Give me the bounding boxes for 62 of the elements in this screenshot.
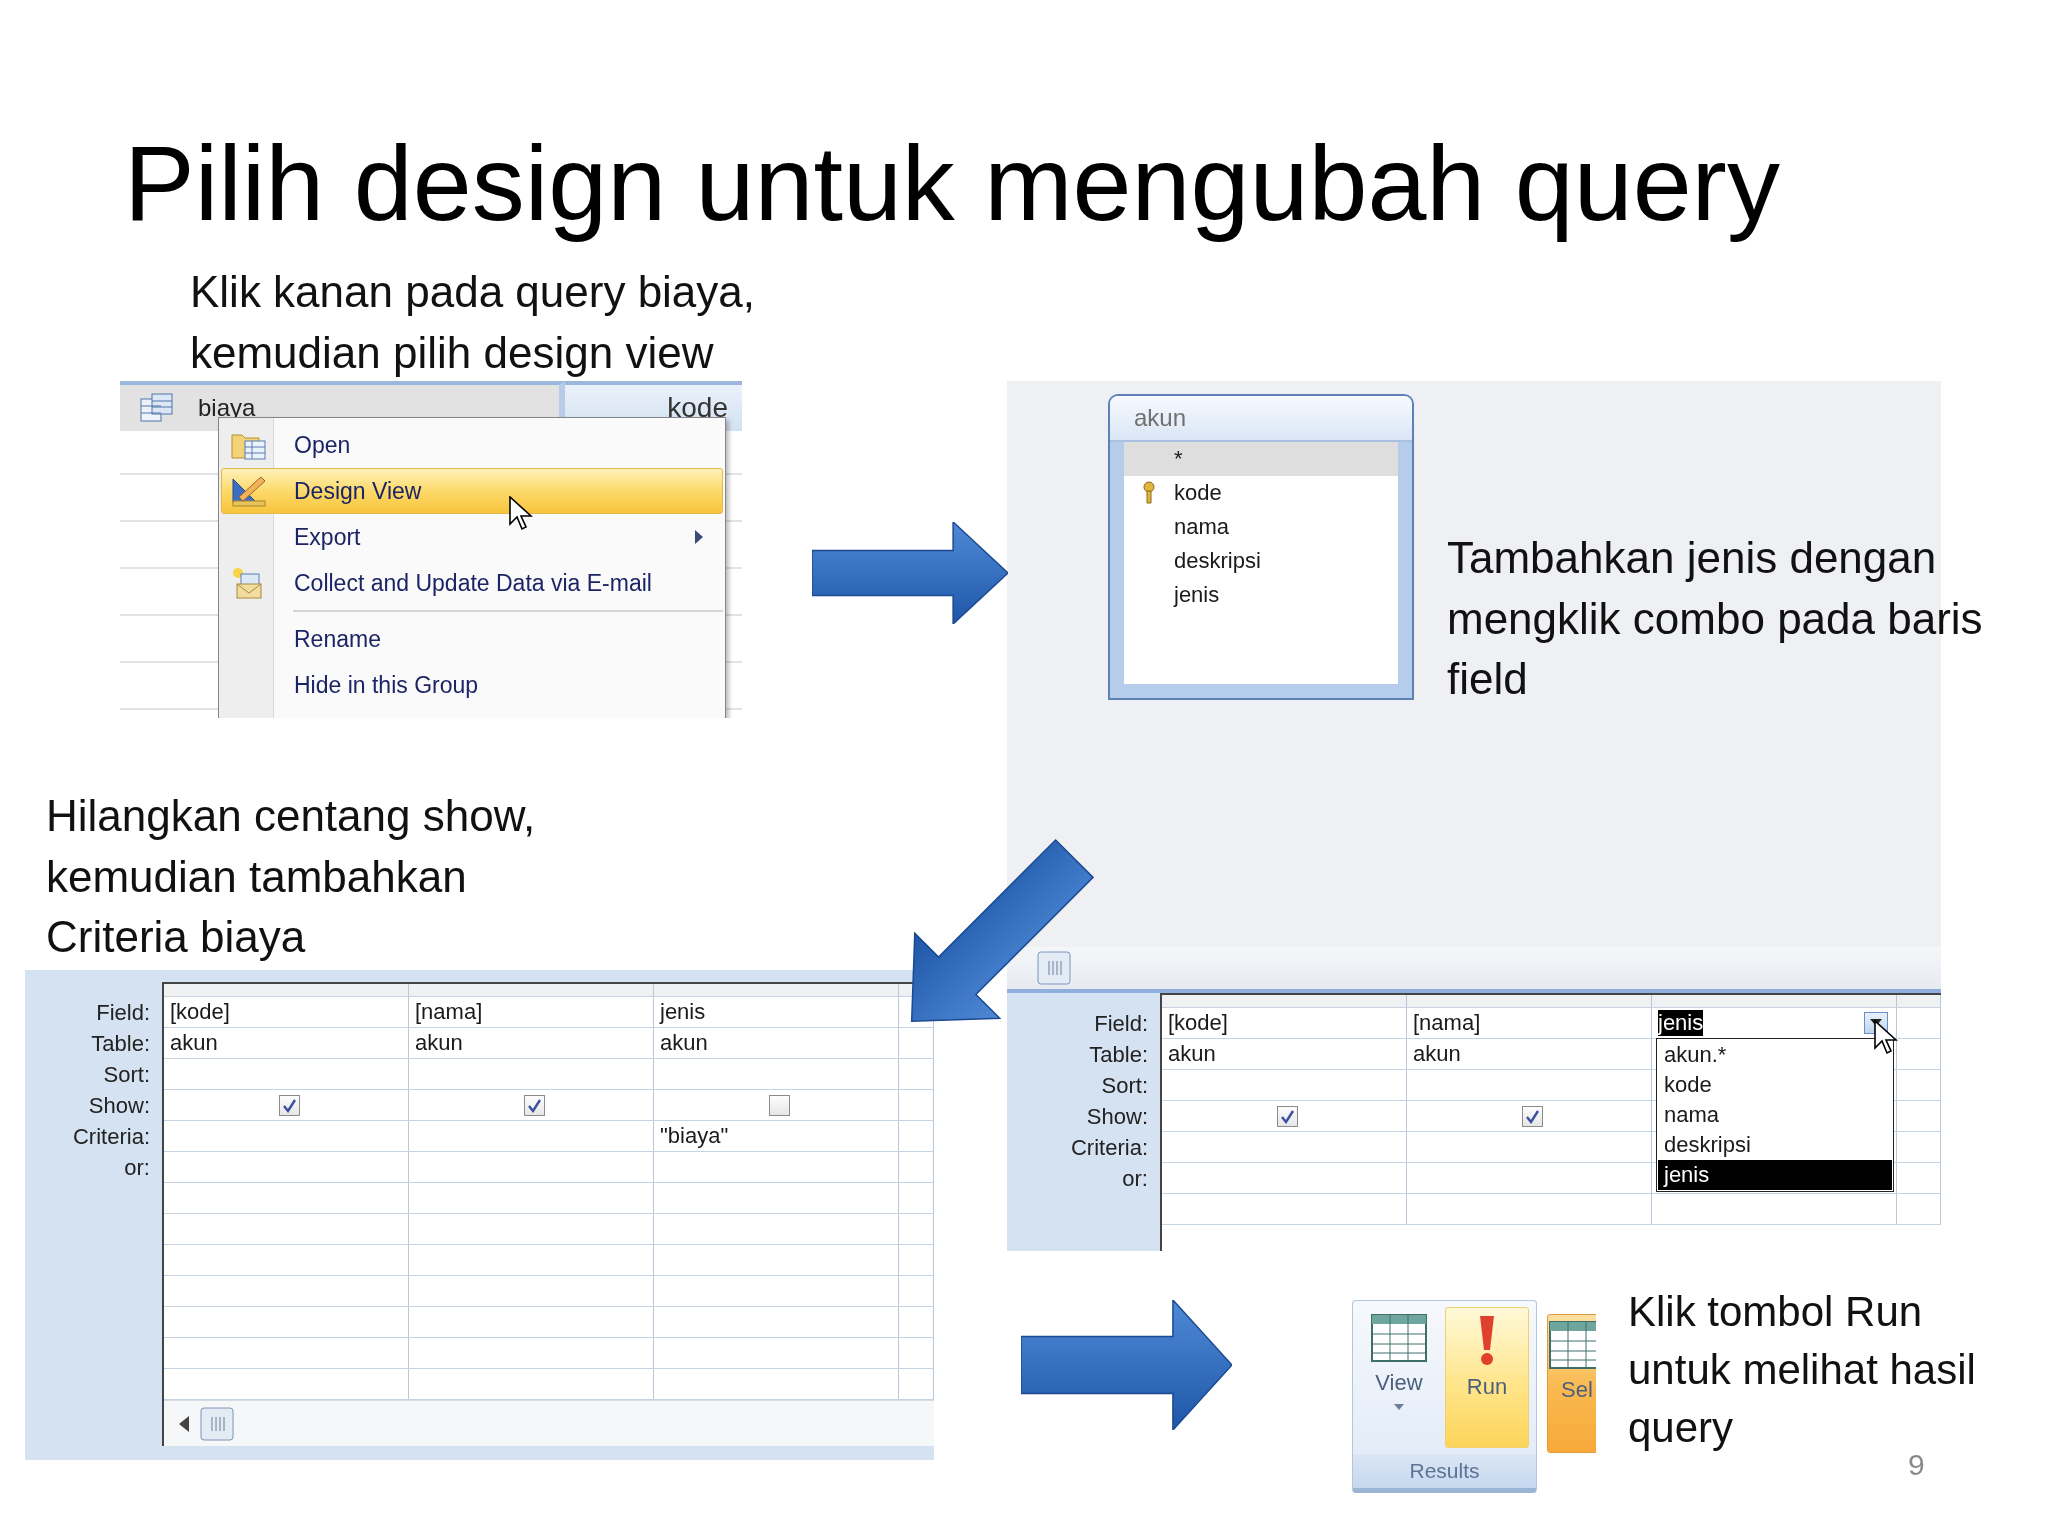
grid-cell[interactable]: akun (660, 1030, 708, 1056)
menu-item[interactable]: Hide in this Group (221, 662, 723, 708)
show-checkbox[interactable] (1276, 1105, 1298, 1127)
ribbon-button[interactable]: Sel (1547, 1314, 1596, 1453)
grid-cell[interactable]: jenis (1658, 1010, 1704, 1036)
row-label: Table: (1089, 1041, 1148, 1069)
instruction-text: Tambahkan jenis dengan mengklik combo pada baris field (1447, 532, 1983, 706)
row-label: Table: (91, 1030, 150, 1058)
caret-icon (1394, 1404, 1404, 1410)
ribbon-button[interactable]: Run (1445, 1307, 1529, 1448)
grid-cell[interactable]: jenis (660, 999, 706, 1025)
row-label: or: (124, 1154, 150, 1182)
ribbon-button[interactable]: View (1357, 1307, 1441, 1448)
field-list-item[interactable]: jenis (1124, 578, 1398, 612)
show-checkbox[interactable] (523, 1094, 545, 1116)
row-label: Sort: (1101, 1072, 1148, 1100)
grid-cell[interactable]: akun (1413, 1041, 1461, 1067)
grid-cell[interactable]: [kode] (1168, 1010, 1228, 1036)
row-label: Field: (96, 999, 150, 1027)
grid-cell[interactable]: akun (415, 1030, 463, 1056)
instruction-text: Hilangkan centang show, kemudian tambahkan Criteria biaya (46, 790, 536, 964)
table-icon (1549, 1321, 1596, 1369)
cursor-icon (509, 496, 533, 531)
row-label: Show: (1086, 1103, 1148, 1131)
instruction-text: Klik kanan pada query biaya, kemudian pilih design view (190, 266, 756, 379)
menu-item[interactable]: Export (221, 514, 723, 560)
grid-cell[interactable]: [nama] (1413, 1010, 1481, 1036)
row-label: Criteria: (1071, 1134, 1148, 1162)
show-checkbox[interactable] (768, 1094, 790, 1116)
show-checkbox[interactable] (278, 1094, 300, 1116)
row-label: Criteria: (73, 1123, 150, 1151)
grid-cell[interactable]: akun (170, 1030, 218, 1056)
row-label: or: (1122, 1165, 1148, 1193)
query-name: biaya (198, 394, 256, 422)
key-icon (1142, 481, 1156, 505)
show-checkbox[interactable] (1521, 1105, 1543, 1127)
group-label: Results (1353, 1454, 1536, 1488)
scrollbar-thumb[interactable] (1037, 951, 1071, 985)
ruler-pencil-icon (231, 475, 267, 507)
table-title: akun (1110, 396, 1412, 442)
menu-item[interactable]: Collect and Update Data via E-mail (221, 560, 723, 606)
datasheet-icon (1371, 1314, 1427, 1362)
submenu-caret-icon (694, 529, 704, 545)
field-list-item[interactable]: nama (1124, 510, 1398, 544)
field-list-item[interactable]: * (1124, 442, 1398, 476)
row-label: Field: (1094, 1010, 1148, 1038)
menu-item[interactable]: Design View (221, 468, 723, 514)
row-label: Show: (88, 1092, 150, 1120)
scrollbar-thumb[interactable] (200, 1406, 234, 1441)
slide-title: Pilih design untuk mengubah query (124, 123, 1780, 244)
menu-item[interactable]: Rename (221, 616, 723, 662)
field-list-item[interactable]: kode (1124, 476, 1398, 510)
field-list-item[interactable]: deskripsi (1124, 544, 1398, 578)
query-icon (140, 393, 174, 423)
grid-cell[interactable]: [nama] (415, 999, 483, 1025)
dropdown-option[interactable]: jenis (1658, 1160, 1892, 1190)
grid-cell[interactable]: akun (1168, 1041, 1216, 1067)
row-label: Sort: (103, 1061, 150, 1089)
grid-cell[interactable]: [kode] (170, 999, 230, 1025)
exclamation-icon (1477, 1314, 1497, 1366)
scroll-left-icon[interactable] (178, 1414, 190, 1433)
grid-cell[interactable]: "biaya" (660, 1123, 729, 1149)
